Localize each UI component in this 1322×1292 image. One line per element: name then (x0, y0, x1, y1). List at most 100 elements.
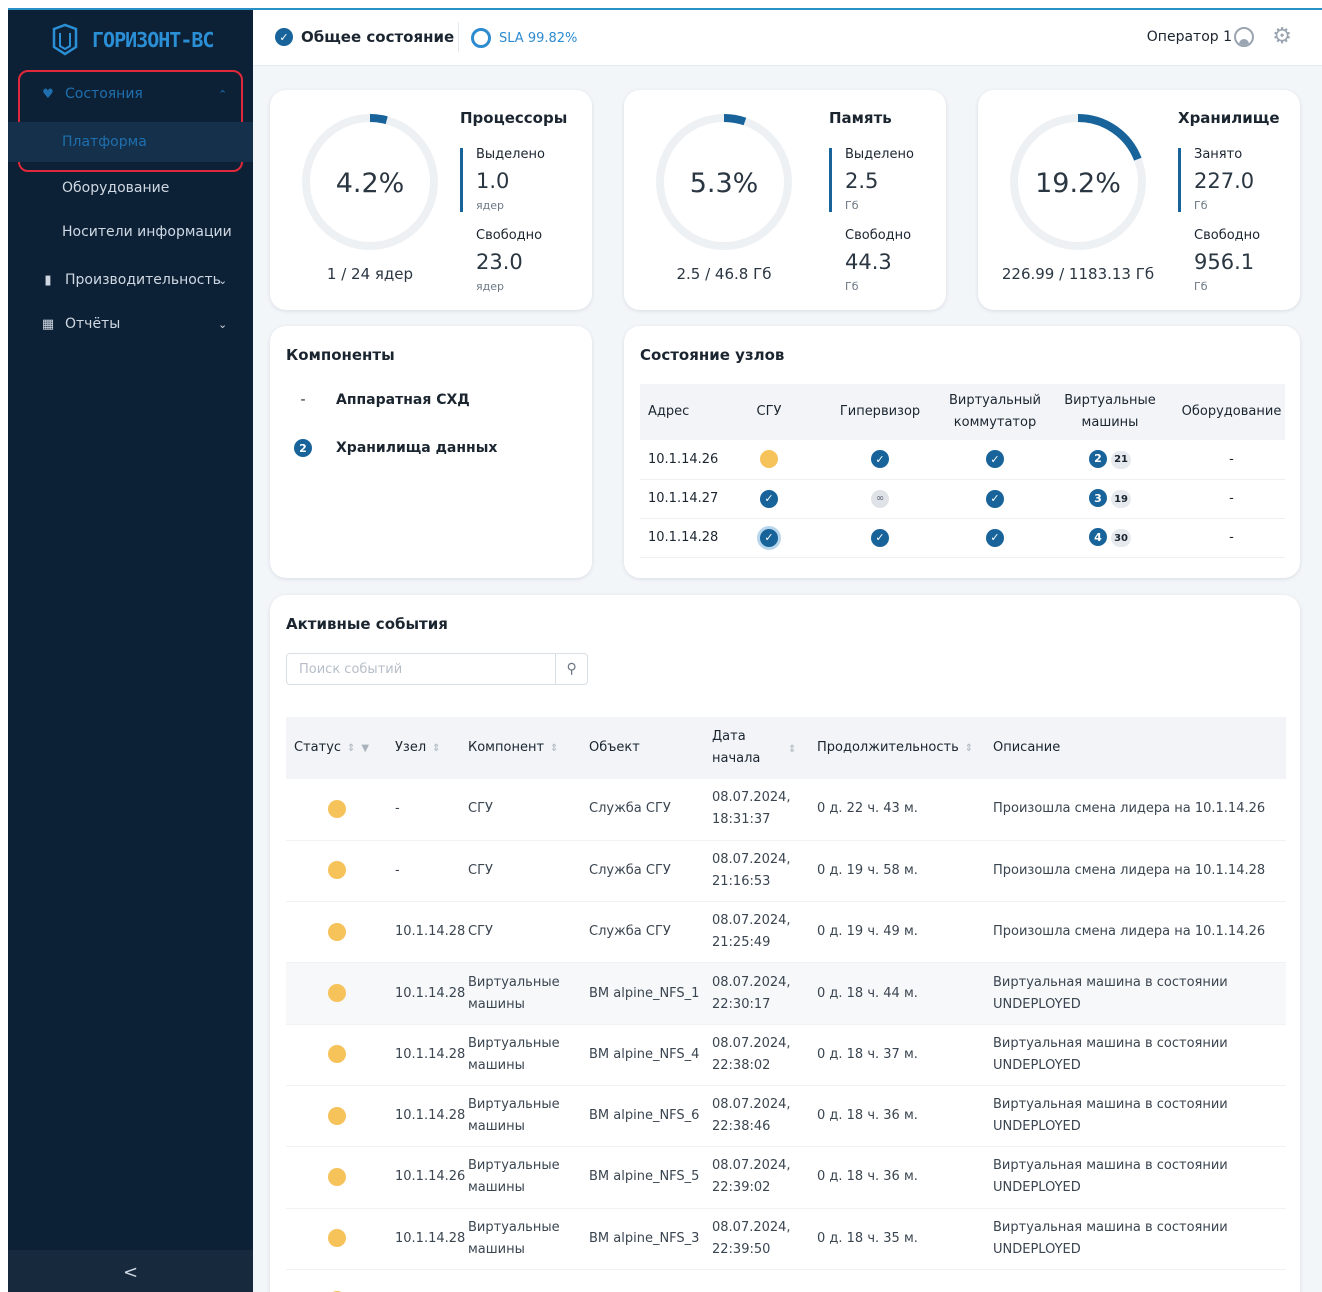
column-header-status[interactable]: Статус ⇕ ▼ (286, 717, 387, 779)
top-bar: ✓ Общее состояние SLA 99.82% Оператор 1 … (253, 10, 1322, 66)
vm-running-badge: 3 (1088, 489, 1107, 507)
table-row[interactable]: 10.1.14.26 ✓ ✓ 2 21 - (640, 440, 1285, 480)
event-component: Виртуальные машины (460, 962, 581, 1025)
sort-icon[interactable]: ⇕ (788, 744, 796, 755)
event-object: ВМ alpine_NFS_4 (581, 1024, 704, 1086)
user-name[interactable]: Оператор 1 (1147, 29, 1232, 45)
sidebar-item-states[interactable]: ♥ Состояния ⌃ (8, 74, 253, 114)
component-item[interactable]: - Аппаратная СХД (292, 392, 469, 408)
cpu-allocated-label: Выделено (476, 147, 545, 162)
event-component: СГУ (460, 779, 581, 841)
sort-icon[interactable]: ⇕ (550, 743, 558, 754)
sidebar-item-hardware[interactable]: Оборудование (8, 168, 253, 208)
overall-status[interactable]: ✓ Общее состояние (275, 28, 454, 46)
column-header-duration[interactable]: Продолжительность ⇕ (809, 717, 985, 779)
table-row[interactable]: 10.1.14.28 Виртуальные машины ВМ alpine_NF… (286, 1024, 1286, 1086)
event-node: - (387, 840, 460, 903)
column-header: Адрес (640, 384, 726, 440)
vm-running-badge: 4 (1088, 528, 1107, 546)
column-header-node[interactable]: Узел ⇕ (387, 717, 460, 779)
event-date: 08.07.2024, 22:39:02 (704, 1146, 809, 1209)
event-object: ВМ alpine_NFS_6 (581, 1085, 704, 1148)
event-status (286, 840, 387, 903)
component-item[interactable]: 2 Хранилища данных (292, 439, 497, 457)
sidebar-item-platform[interactable]: Платформа (8, 122, 253, 162)
table-row[interactable]: 10.1.14.28 СГУ Служба СГУ 08.07.2024, 21:25… (286, 901, 1286, 964)
sidebar-collapse-button[interactable]: < (8, 1250, 253, 1292)
nodes-card: Состояние узлов Адрес СГУ Гипервизор Вир… (624, 326, 1300, 578)
event-date: 08.07.2024, 22:39:50 (704, 1208, 809, 1270)
memory-title: Память (829, 109, 892, 127)
sla-indicator[interactable]: SLA 99.82% (471, 28, 577, 48)
event-duration: 0 д. 18 ч. 35 м. (809, 1208, 985, 1270)
events-title: Активные события (286, 615, 448, 633)
event-duration: 0 д. 18 ч. 36 м. (809, 1085, 985, 1148)
cpu-free-label: Свободно (476, 228, 543, 243)
event-node: 10.1.14.28 (387, 1208, 465, 1270)
storage-free-unit: Гб (1194, 280, 1208, 293)
components-title: Компоненты (286, 346, 395, 364)
table-row[interactable]: 10.1.14.28 Виртуальные машины ВМ alpine_NF… (286, 962, 1286, 1025)
check-circle-icon: ✓ (760, 489, 778, 508)
table-row[interactable]: ВиртуальныеВМ08.07.2024, Виртуальная маши… (286, 1269, 1286, 1292)
heart-pulse-icon: ♥ (42, 86, 54, 102)
search-icon[interactable]: ⚲ (555, 654, 587, 684)
node-address: 10.1.14.28 (640, 518, 726, 558)
table-row[interactable]: 10.1.14.28 Виртуальные машины ВМ alpine_NF… (286, 1085, 1286, 1148)
check-circle-icon: ✓ (986, 450, 1004, 469)
event-object: ВМ alpine_NFS_3 (581, 1208, 704, 1270)
sort-icon[interactable]: ⇕ (432, 743, 440, 754)
event-duration: 0 д. 18 ч. 44 м. (809, 962, 985, 1025)
sort-icon[interactable]: ⇕ (965, 743, 973, 754)
vm-total-badge: 19 (1111, 490, 1132, 508)
node-address: 10.1.14.27 (640, 479, 726, 519)
component-marker: - (300, 392, 306, 408)
table-row[interactable]: 10.1.14.27 ✓ ∞ ✓ 3 19 - (640, 479, 1285, 519)
column-header-component[interactable]: Компонент ⇕ (460, 717, 581, 779)
event-status (286, 901, 387, 964)
table-row[interactable]: - СГУ Служба СГУ 08.07.2024, 18:31:37 0 д. 2… (286, 779, 1286, 841)
cpu-allocated-unit: ядер (476, 199, 504, 212)
storage-percent: 19.2% (1035, 168, 1121, 199)
check-circle-icon[interactable]: ✓ (760, 528, 778, 547)
event-component: Виртуальные машины (460, 1085, 581, 1148)
cpu-free-value: 23.0 (476, 250, 523, 274)
cpu-title: Процессоры (460, 109, 568, 127)
sidebar-item-performance[interactable]: ▮ Производительность ⌄ (8, 260, 253, 300)
memory-free-label: Свободно (845, 228, 912, 243)
events-search-input[interactable] (287, 654, 556, 684)
table-row[interactable]: 10.1.14.28 ✓ ✓ ✓ 4 30 - (640, 518, 1285, 558)
warning-status-icon (327, 922, 346, 941)
sidebar: ГОРИЗОНТ-ВС ♥ Состояния ⌃ Платформа Обор… (8, 10, 253, 1292)
sidebar-item-storage-media[interactable]: Носители информации (8, 212, 253, 252)
bar-chart-icon: ▮ (44, 272, 52, 288)
gear-icon[interactable]: ⚙ (1272, 24, 1292, 49)
event-object: Служба СГУ (581, 901, 704, 964)
memory-free-unit: Гб (845, 280, 859, 293)
column-header-object: Объект (581, 717, 704, 779)
check-circle-icon: ✓ (986, 489, 1004, 508)
event-date: 08.07.2024, 21:25:49 (704, 901, 809, 964)
table-row[interactable]: 10.1.14.28 Виртуальные машины ВМ alpine_NF… (286, 1208, 1286, 1270)
event-date: 08.07.2024, 21:16:53 (704, 840, 809, 903)
filter-icon[interactable]: ▼ (361, 743, 369, 754)
table-row[interactable]: - СГУ Служба СГУ 08.07.2024, 21:16:53 0 д. 1… (286, 840, 1286, 903)
memory-card: 5.3% 2.5 / 46.8 Гб Память Выделено 2.5 Г… (624, 90, 946, 310)
column-header-date[interactable]: Дата начала⇕ (704, 717, 809, 779)
logo[interactable]: ГОРИЗОНТ-ВС (8, 10, 253, 70)
check-circle-icon: ✓ (986, 528, 1004, 547)
table-header-row: Адрес СГУ Гипервизор Виртуальный коммута… (640, 384, 1285, 440)
column-header: Виртуальный коммутатор (948, 384, 1042, 440)
memory-divider (829, 148, 832, 212)
sort-icon[interactable]: ⇕ (347, 743, 355, 754)
node-address: 10.1.14.26 (640, 440, 726, 480)
table-row[interactable]: 10.1.14.26 Виртуальные машины ВМ alpine_NF… (286, 1146, 1286, 1209)
user-avatar-icon[interactable] (1234, 27, 1254, 47)
column-header: Оборудование (1178, 384, 1285, 440)
event-node: 10.1.14.28 (387, 962, 465, 1025)
column-header: Виртуальные машины (1042, 384, 1178, 440)
header-divider (458, 22, 459, 52)
node-hardware: - (1178, 440, 1285, 480)
cpu-card: 4.2% 1 / 24 ядер Процессоры Выделено 1.0… (270, 90, 592, 310)
sidebar-item-reports[interactable]: ▦ Отчёты ⌄ (8, 304, 253, 344)
